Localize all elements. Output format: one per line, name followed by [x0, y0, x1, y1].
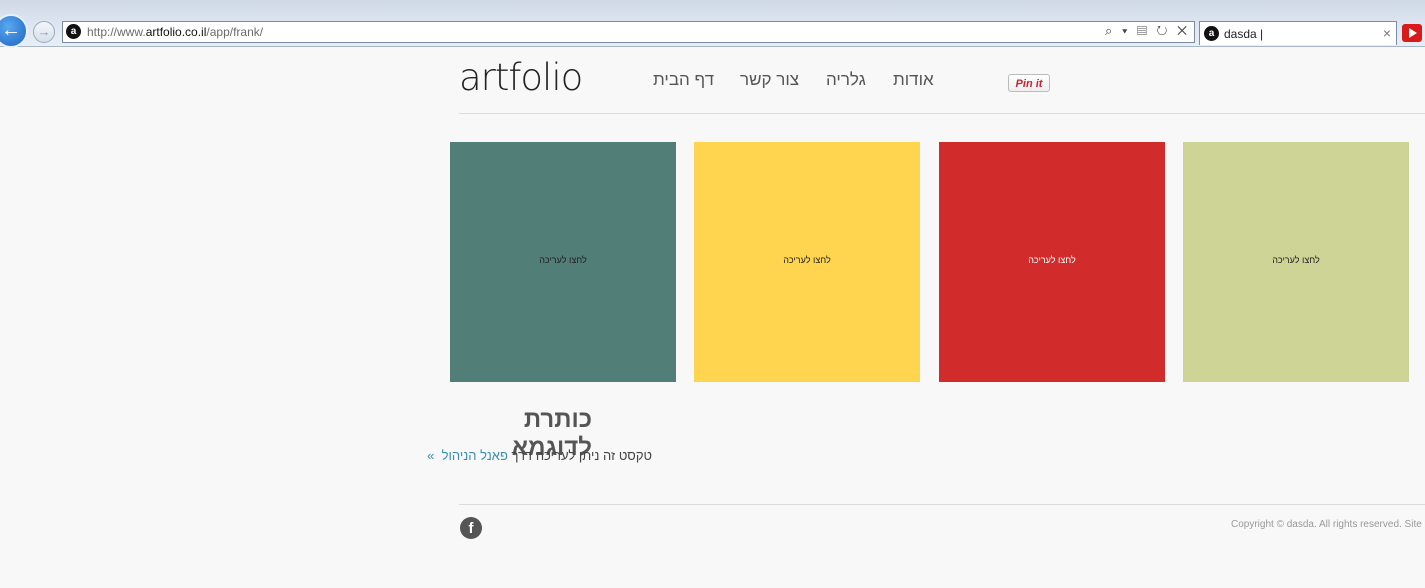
tile-caption: לחצו לעריכה	[1272, 255, 1320, 265]
browser-toolbar: ← → a http://www.artfolio.co.il/app/fran…	[0, 0, 1425, 48]
address-bar-tools[interactable]: ⌕ ▾ ▤ ↻ ✕	[1105, 23, 1190, 39]
gallery-tile-2[interactable]: לחצו לעריכה	[694, 142, 920, 382]
raquo-icon: »	[427, 448, 435, 463]
body-text-plain: טקסט זה ניתן לעריכה דרך	[507, 448, 653, 463]
nav-item-contact[interactable]: צור קשר	[740, 70, 799, 90]
address-url[interactable]: http://www.artfolio.co.il/app/frank/	[87, 25, 263, 39]
tile-caption: לחצו לעריכה	[539, 255, 587, 265]
address-bar[interactable]: a http://www.artfolio.co.il/app/frank/ ⌕…	[62, 21, 1195, 43]
header-divider	[459, 113, 1425, 114]
nav-item-about[interactable]: אודות	[893, 70, 934, 90]
forward-button[interactable]: →	[33, 21, 55, 43]
tab-favicon-icon: a	[1204, 26, 1219, 41]
back-arrow-icon: ←	[1, 19, 21, 41]
admin-panel-link[interactable]: פאנל הניהול	[442, 448, 508, 463]
browser-tab-active[interactable]: a dasda | ×	[1199, 21, 1397, 45]
forward-arrow-icon: →	[37, 24, 51, 39]
body-text: טקסט זה ניתן לעריכה דרך פאנל הניהול »	[427, 448, 653, 463]
tab-title: dasda |	[1224, 27, 1264, 41]
back-button[interactable]: ←	[0, 14, 28, 48]
tile-caption: לחצו לעריכה	[783, 255, 831, 265]
tab-close-icon[interactable]: ×	[1383, 25, 1391, 41]
pinit-button[interactable]: Pin it	[1008, 74, 1050, 92]
gallery-tile-4[interactable]: לחצו לעריכה	[1183, 142, 1409, 382]
nav-item-gallery[interactable]: גלריה	[826, 70, 866, 90]
youtube-tab-icon[interactable]	[1402, 24, 1422, 42]
facebook-icon[interactable]: f	[460, 517, 482, 539]
copyright-text: Copyright © dasda. All rights reserved. …	[1231, 519, 1425, 530]
footer-divider	[459, 504, 1425, 505]
tile-caption: לחצו לעריכה	[1028, 255, 1076, 265]
gallery-tile-1[interactable]: לחצו לעריכה	[450, 142, 676, 382]
nav-item-home[interactable]: דף הבית	[653, 70, 714, 90]
site-favicon-icon: a	[66, 24, 81, 39]
site-logo[interactable]: artfolio	[459, 56, 583, 99]
gallery-tile-3[interactable]: לחצו לעריכה	[939, 142, 1165, 382]
